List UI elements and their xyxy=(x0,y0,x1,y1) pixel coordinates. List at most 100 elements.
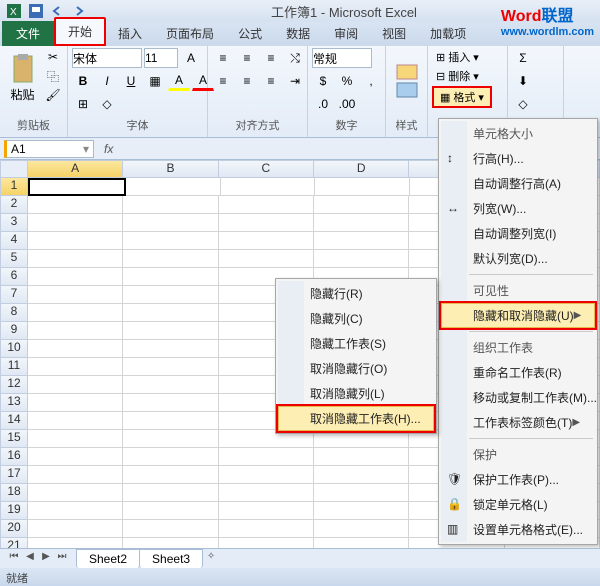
submenu-hide-sheet[interactable]: 隐藏工作表(S) xyxy=(278,331,434,356)
cell[interactable] xyxy=(28,232,123,250)
sheet-tab-2[interactable]: Sheet2 xyxy=(76,549,140,568)
cell[interactable] xyxy=(123,340,218,358)
row-header[interactable]: 1 xyxy=(0,178,28,196)
row-header[interactable]: 11 xyxy=(0,358,28,376)
cell[interactable] xyxy=(123,520,218,538)
menu-default-width[interactable]: 默认列宽(D)... xyxy=(441,246,595,271)
save-icon[interactable] xyxy=(26,2,46,20)
tab-review[interactable]: 审阅 xyxy=(322,21,370,46)
cell[interactable] xyxy=(28,250,123,268)
cell[interactable] xyxy=(123,376,218,394)
menu-autofit-row[interactable]: 自动调整行高(A) xyxy=(441,171,595,196)
col-header-c[interactable]: C xyxy=(219,160,314,178)
col-header-b[interactable]: B xyxy=(123,160,218,178)
row-header[interactable]: 9 xyxy=(0,322,28,340)
excel-icon[interactable]: X xyxy=(4,2,24,20)
comma-icon[interactable]: , xyxy=(360,71,382,91)
cell[interactable] xyxy=(219,196,314,214)
cell[interactable] xyxy=(28,502,123,520)
fill-down-icon[interactable]: ⬇ xyxy=(512,71,534,91)
copy-icon[interactable]: ⿻ xyxy=(43,67,63,85)
cell[interactable] xyxy=(28,394,123,412)
cell[interactable] xyxy=(123,412,218,430)
row-header[interactable]: 14 xyxy=(0,412,28,430)
cell[interactable] xyxy=(28,430,123,448)
submenu-unhide-cols[interactable]: 取消隐藏列(L) xyxy=(278,381,434,406)
underline-icon[interactable]: U xyxy=(120,71,142,91)
row-header[interactable]: 18 xyxy=(0,484,28,502)
cell[interactable] xyxy=(28,178,126,196)
cell[interactable] xyxy=(123,196,218,214)
col-header-d[interactable]: D xyxy=(314,160,409,178)
paste-button[interactable]: 粘贴 xyxy=(4,48,41,108)
cell[interactable] xyxy=(123,502,218,520)
font-size-select[interactable] xyxy=(144,48,178,68)
currency-icon[interactable]: $ xyxy=(312,71,334,91)
border-icon-2[interactable]: ⊞ xyxy=(72,94,94,114)
row-header[interactable]: 10 xyxy=(0,340,28,358)
row-header[interactable]: 7 xyxy=(0,286,28,304)
font-name-select[interactable] xyxy=(72,48,142,68)
menu-protect-sheet[interactable]: 🛡保护工作表(P)... xyxy=(441,467,595,492)
cell[interactable] xyxy=(219,502,314,520)
row-header[interactable]: 20 xyxy=(0,520,28,538)
cut-icon[interactable]: ✂ xyxy=(43,48,63,66)
bold-icon[interactable]: B xyxy=(72,71,94,91)
row-header[interactable]: 13 xyxy=(0,394,28,412)
cell[interactable] xyxy=(28,304,123,322)
cell[interactable] xyxy=(314,448,409,466)
sheet-nav-last-icon[interactable]: ⏭ xyxy=(54,551,70,567)
align-right-icon[interactable]: ≡ xyxy=(260,71,282,91)
tab-formulas[interactable]: 公式 xyxy=(226,21,274,46)
cell[interactable] xyxy=(28,520,123,538)
row-header[interactable]: 15 xyxy=(0,430,28,448)
cell[interactable] xyxy=(219,448,314,466)
submenu-unhide-rows[interactable]: 取消隐藏行(O) xyxy=(278,356,434,381)
cell[interactable] xyxy=(219,484,314,502)
cell[interactable] xyxy=(123,394,218,412)
cell[interactable] xyxy=(28,196,123,214)
menu-col-width[interactable]: ↔列宽(W)... xyxy=(441,196,595,221)
cell[interactable] xyxy=(123,466,218,484)
tab-insert[interactable]: 插入 xyxy=(106,21,154,46)
cell[interactable] xyxy=(28,268,123,286)
name-box[interactable]: A1▾ xyxy=(4,140,94,158)
percent-icon[interactable]: % xyxy=(336,71,358,91)
styles-icon[interactable] xyxy=(395,63,419,103)
row-header[interactable]: 2 xyxy=(0,196,28,214)
italic-icon[interactable]: I xyxy=(96,71,118,91)
grow-font-icon[interactable]: A xyxy=(180,48,202,68)
menu-rename-sheet[interactable]: 重命名工作表(R) xyxy=(441,360,595,385)
cell[interactable] xyxy=(314,484,409,502)
menu-move-copy[interactable]: 移动或复制工作表(M)... xyxy=(441,385,595,410)
menu-format-cells[interactable]: ▥设置单元格格式(E)... xyxy=(441,517,595,542)
autosum-icon[interactable]: Σ xyxy=(512,48,534,68)
row-header[interactable]: 3 xyxy=(0,214,28,232)
cell[interactable] xyxy=(123,322,218,340)
align-mid-icon[interactable]: ≡ xyxy=(236,48,258,68)
sheet-nav-first-icon[interactable]: ⏮ xyxy=(6,551,22,567)
align-bot-icon[interactable]: ≡ xyxy=(260,48,282,68)
row-header[interactable]: 8 xyxy=(0,304,28,322)
select-all-corner[interactable] xyxy=(0,160,28,178)
row-header[interactable]: 4 xyxy=(0,232,28,250)
menu-hide-unhide[interactable]: 隐藏和取消隐藏(U)▶ xyxy=(441,303,595,328)
fx-icon[interactable]: fx xyxy=(98,142,119,156)
cell[interactable] xyxy=(314,520,409,538)
row-header[interactable]: 17 xyxy=(0,466,28,484)
tab-file[interactable]: 文件 xyxy=(2,21,54,46)
cell[interactable] xyxy=(123,232,218,250)
tab-addins[interactable]: 加载项 xyxy=(418,21,478,46)
cell[interactable] xyxy=(314,466,409,484)
fill-icon[interactable]: ◇ xyxy=(96,94,118,114)
cell[interactable] xyxy=(28,214,123,232)
border-icon[interactable]: ▦ xyxy=(144,71,166,91)
tab-data[interactable]: 数据 xyxy=(274,21,322,46)
cell[interactable] xyxy=(314,214,409,232)
cell[interactable] xyxy=(315,178,410,196)
row-header[interactable]: 16 xyxy=(0,448,28,466)
tab-view[interactable]: 视图 xyxy=(370,21,418,46)
cell[interactable] xyxy=(28,466,123,484)
align-left-icon[interactable]: ≡ xyxy=(212,71,234,91)
sheet-tab-3[interactable]: Sheet3 xyxy=(139,549,203,568)
